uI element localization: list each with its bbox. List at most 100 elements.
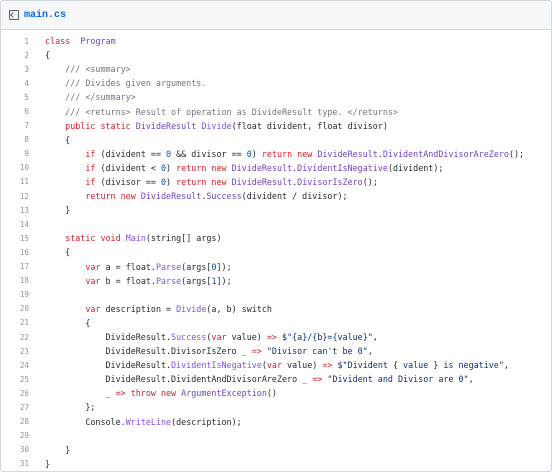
code-file-icon <box>9 10 19 20</box>
code-token: => <box>312 374 323 385</box>
line-code: { <box>45 135 70 145</box>
code-line: 24 DivideResult.DividentIsNegative(var v… <box>1 358 551 372</box>
line-code: if (divisor == 0) return new DivideResul… <box>45 177 378 187</box>
code-token: /// <returns> Result of operation as Div… <box>65 106 398 117</box>
line-number: 24 <box>19 360 29 370</box>
line-number: 8 <box>24 135 29 145</box>
line-number: 11 <box>19 177 29 187</box>
code-token: (a, b) switch <box>206 303 272 314</box>
line-code: } <box>45 205 70 215</box>
code-token: ) <box>251 148 262 159</box>
code-token: Console. <box>45 416 126 427</box>
code-token: Parse <box>155 275 182 286</box>
line-number: 16 <box>19 247 29 257</box>
code-token: /// </summary> <box>65 92 136 103</box>
code-body: 1 class Program 2{3 /// <summary> 4 /// Div… <box>1 30 551 471</box>
line-number: 19 <box>19 290 29 300</box>
line-number: 10 <box>19 163 29 173</box>
line-code: DivideResult.DivisorIsZero _ => "Divisor… <box>45 346 373 356</box>
code-token: (divisor == <box>95 176 161 187</box>
code-token: (divident == <box>95 148 167 159</box>
line-code: } <box>45 445 70 455</box>
code-line: 16 { <box>1 245 551 259</box>
line-code: DivideResult.DividentIsNegative(var valu… <box>45 360 509 370</box>
code-token: DivideResult <box>317 148 378 159</box>
line-code: var b = float.Parse(args[1]); <box>45 275 232 286</box>
code-token: value) <box>226 332 267 343</box>
code-token: ) <box>166 162 177 173</box>
line-number: 30 <box>19 445 29 455</box>
line-number: 20 <box>19 304 29 314</box>
code-token: (float divident, float divisor) <box>231 120 388 131</box>
line-code: /// </summary> <box>45 92 136 102</box>
line-number: 7 <box>24 121 29 131</box>
code-line: 19 <box>1 288 551 302</box>
code-token: DividentIsNegative <box>297 162 388 173</box>
code-token: Success <box>171 332 207 343</box>
code-token: DivideResult <box>231 176 293 187</box>
code-token: return new <box>176 162 227 173</box>
code-line: 15 static void Main(string[] args) <box>1 231 551 245</box>
code-line: 10 if (divident < 0) return new DivideRe… <box>1 161 551 175</box>
line-number: 4 <box>24 78 29 88</box>
code-token: return new <box>261 148 313 159</box>
code-token: DivideResult. <box>45 360 172 371</box>
code-line: 31} <box>1 457 551 471</box>
code-line: 11 if (divisor == 0) return new DivideRe… <box>1 175 551 189</box>
line-number: 21 <box>19 318 29 328</box>
line-number: 5 <box>24 92 29 102</box>
code-token: (args[ <box>181 275 212 286</box>
code-token: && divisor == <box>171 148 247 159</box>
code-token: DivisorIsZero <box>297 176 363 187</box>
code-token: }; <box>45 402 96 413</box>
code-line: 8 { <box>1 133 551 147</box>
code-line: 9 if (divident == 0 && divisor == 0) ret… <box>1 147 551 161</box>
code-token: { <box>45 247 71 258</box>
line-code: _ => throw new ArgumentException() <box>45 388 277 398</box>
line-number: 29 <box>19 431 29 441</box>
code-line: 30 } <box>1 443 551 457</box>
line-code: { <box>45 50 50 60</box>
code-token: ]); <box>216 275 232 286</box>
line-code: /// <summary> <box>45 64 131 74</box>
line-code: DivideResult.DividentAndDivisorAreZero _… <box>45 374 474 384</box>
line-code: { <box>45 247 70 257</box>
file-name[interactable]: main.cs <box>24 10 66 21</box>
code-token: if <box>85 176 96 187</box>
code-token: b = float. <box>100 275 156 286</box>
code-line: 21 { <box>1 316 551 330</box>
code-line: 5 /// </summary> <box>1 90 551 104</box>
code-token: (divident / divisor); <box>241 191 348 202</box>
line-number: 1 <box>24 36 29 46</box>
code-line: 27 }; <box>1 400 551 414</box>
code-token: DivideResult. <box>45 332 172 343</box>
code-token: value) <box>282 360 323 371</box>
code-line: 17 var a = float.Parse(args[0]); <box>1 260 551 274</box>
code-line: 13 } <box>1 203 551 217</box>
code-token: DividentIsNegative <box>171 360 262 371</box>
code-token: class <box>45 36 71 47</box>
line-code: } <box>45 459 50 469</box>
code-token: return new <box>85 191 136 202</box>
code-token: (divident < <box>95 162 161 173</box>
code-line: 2{ <box>1 48 551 62</box>
code-line: 1 class Program <box>1 34 551 48</box>
line-number: 28 <box>19 417 29 427</box>
code-line: 7 public static DivideResult Divide(floa… <box>1 119 551 133</box>
line-number: 13 <box>19 205 29 215</box>
code-token: { <box>45 134 71 145</box>
line-number: 3 <box>24 64 29 74</box>
code-token: var <box>85 303 101 314</box>
code-line: 4 /// Divides given arguments. <box>1 76 551 90</box>
